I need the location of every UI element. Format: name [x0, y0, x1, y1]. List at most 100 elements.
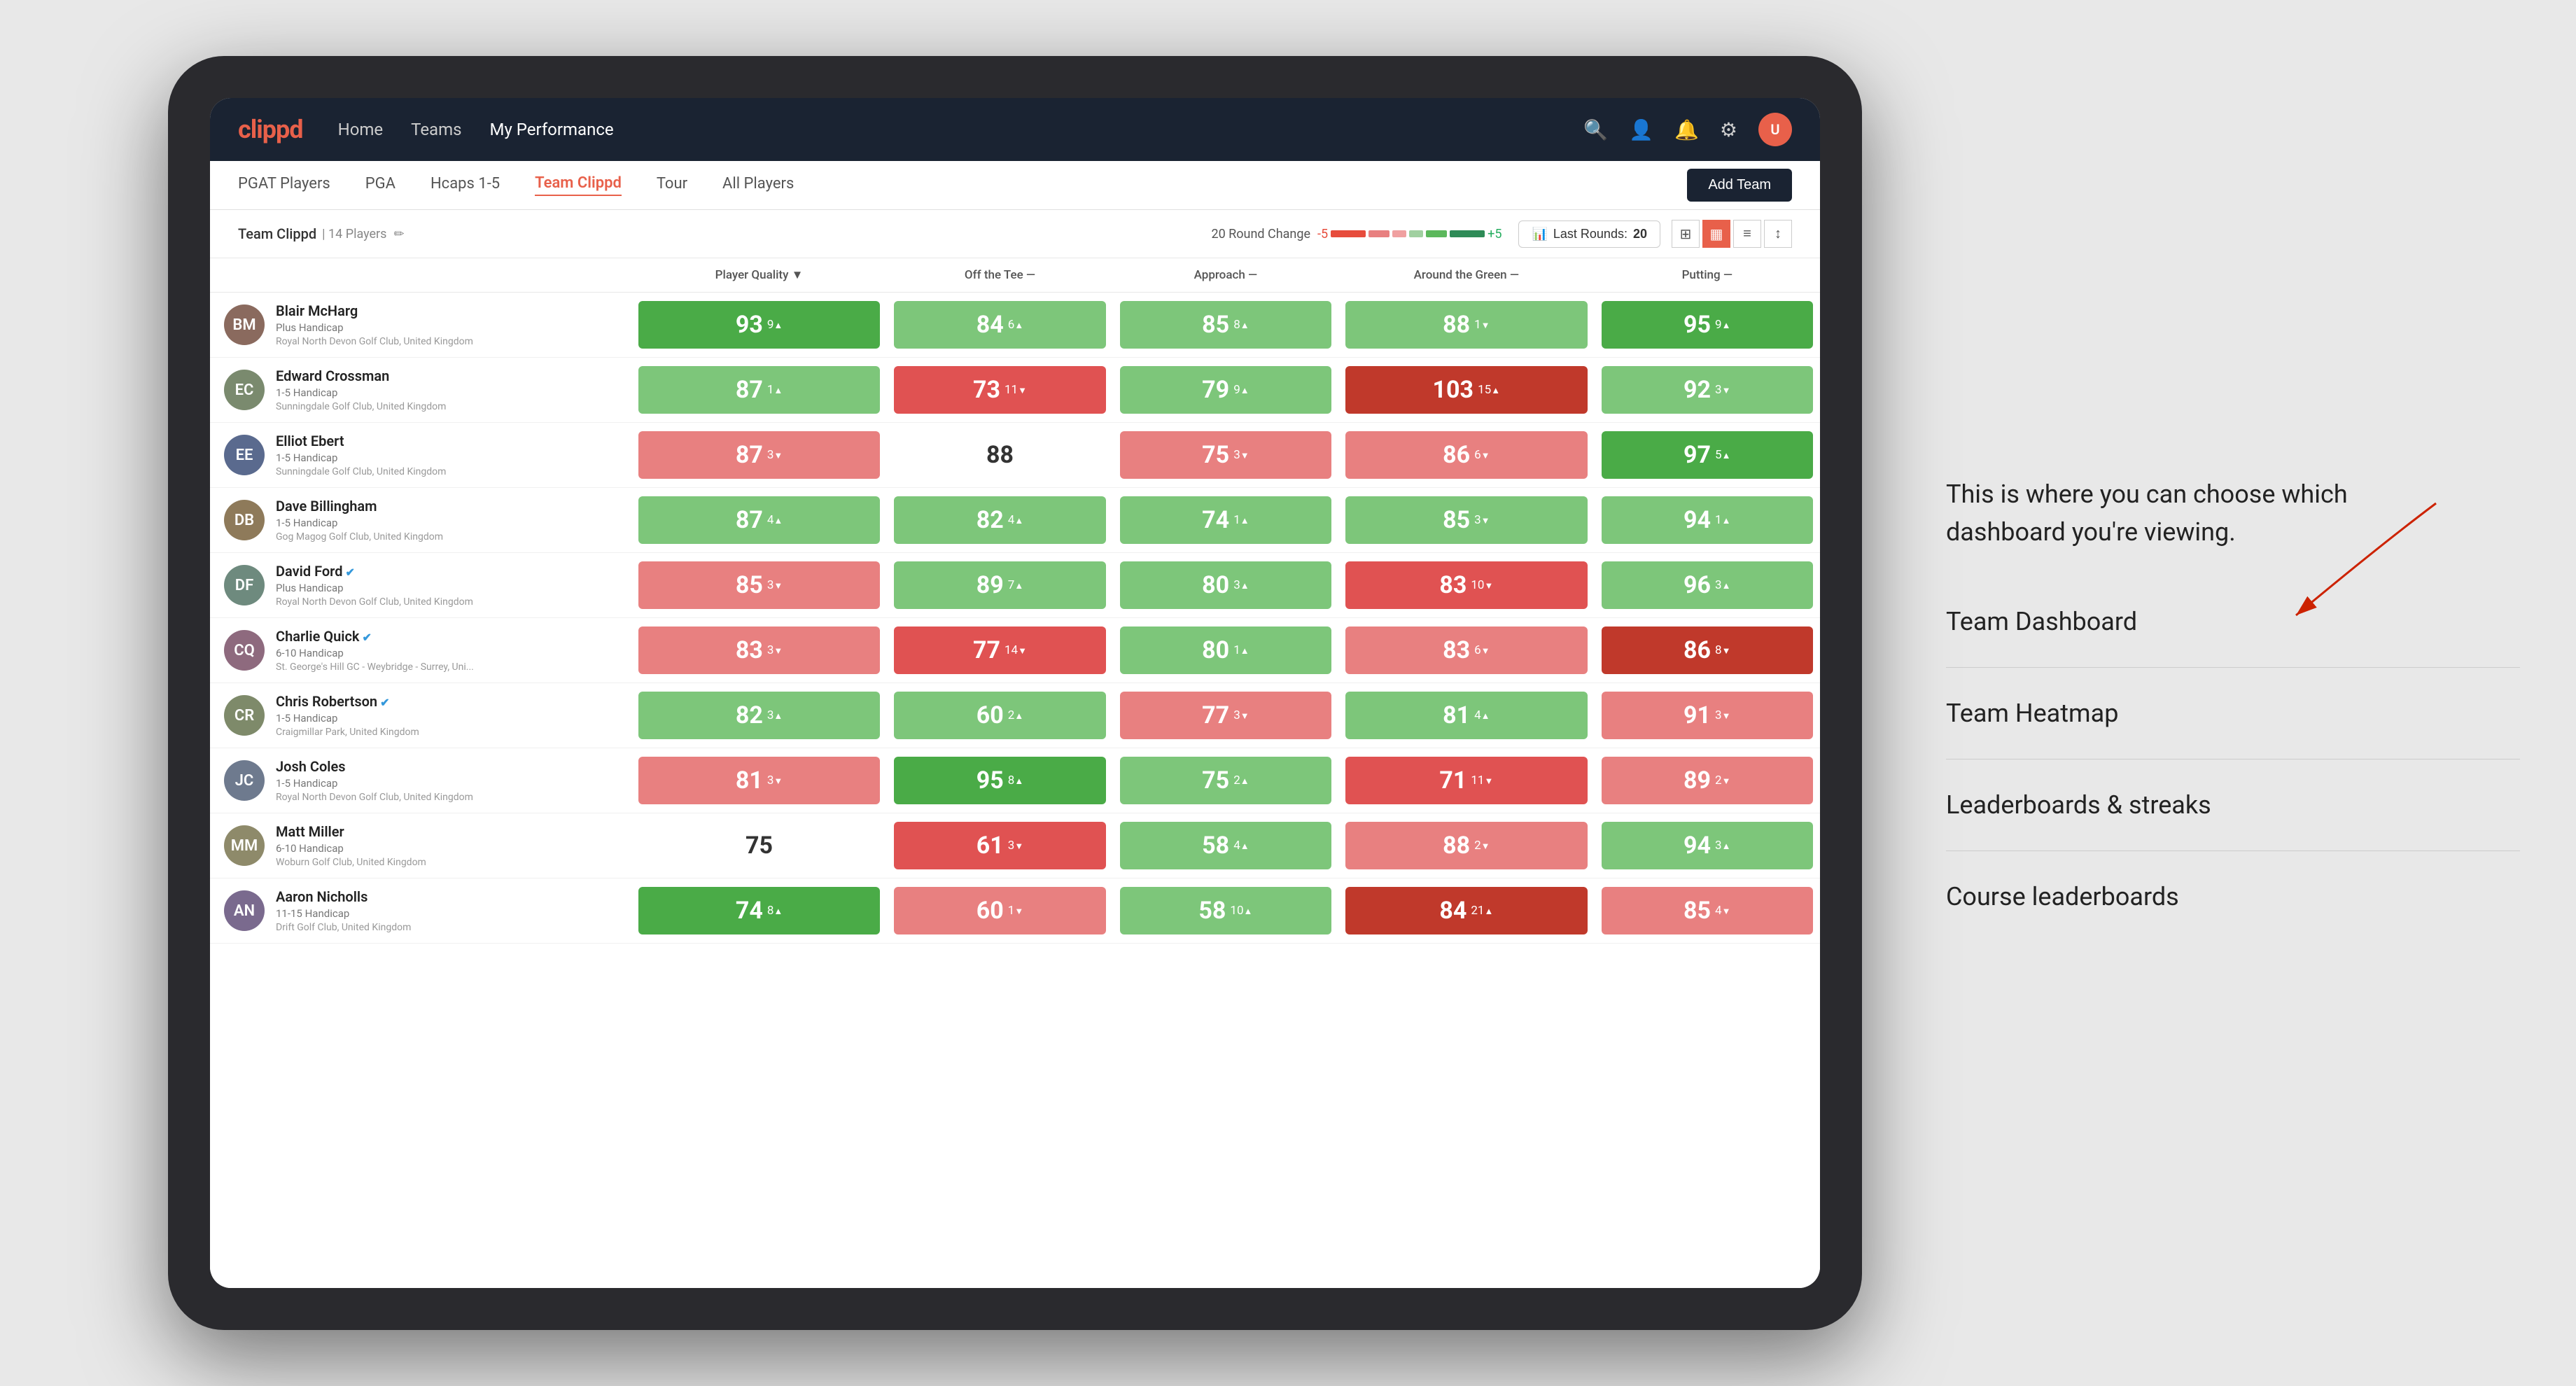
- subnav-pgat[interactable]: PGAT Players: [238, 175, 330, 195]
- table-row: EEElliot Ebert1-5 HandicapSunningdale Go…: [210, 423, 1820, 488]
- add-team-button[interactable]: Add Team: [1687, 169, 1792, 202]
- score-value: 75: [1202, 766, 1229, 794]
- score-change: 21: [1471, 904, 1493, 918]
- last-rounds-button[interactable]: 📊 Last Rounds: 20: [1518, 220, 1660, 248]
- player-cell[interactable]: MMMatt Miller6-10 HandicapWoburn Golf Cl…: [210, 813, 631, 878]
- score-change: 3: [767, 578, 783, 592]
- score-value: 80: [1202, 571, 1229, 599]
- subnav-pga[interactable]: PGA: [365, 175, 396, 195]
- nav-icons: 🔍 👤 🔔 ⚙ U: [1583, 113, 1792, 146]
- search-button[interactable]: 🔍: [1583, 118, 1608, 141]
- view-icons: ⊞ ▦ ≡ ↕: [1672, 220, 1792, 248]
- player-cell[interactable]: ECEdward Crossman1-5 HandicapSunningdale…: [210, 358, 631, 422]
- arrow-up-icon: 2: [1008, 708, 1023, 722]
- score-box-approach: 77 3: [1120, 692, 1331, 739]
- score-box-approach: 741: [1120, 496, 1331, 544]
- subnav-hcaps[interactable]: Hcaps 1-5: [430, 175, 500, 195]
- nav-my-performance[interactable]: My Performance: [490, 120, 614, 139]
- arrow-up-icon: 10: [1230, 904, 1252, 918]
- table-row: ECEdward Crossman1-5 HandicapSunningdale…: [210, 358, 1820, 423]
- arrow-up-icon: 4: [1474, 708, 1490, 722]
- score-value: 89: [976, 571, 1004, 599]
- arrow-down-icon: 6: [1474, 448, 1490, 462]
- subnav-tour[interactable]: Tour: [657, 175, 687, 195]
- score-value: 77: [1202, 701, 1229, 729]
- score-cell-quality: 813: [631, 748, 887, 813]
- score-box-around: 7111: [1345, 757, 1587, 804]
- score-cell-around: 84 21: [1338, 878, 1594, 944]
- score-change: 4: [1008, 513, 1023, 527]
- arrow-up-icon: 1: [1233, 643, 1249, 657]
- settings-button[interactable]: ⚙: [1720, 118, 1737, 141]
- table-row: JCJosh Coles1-5 HandicapRoyal North Devo…: [210, 748, 1820, 813]
- arrow-down-icon: 11: [1471, 774, 1493, 788]
- table-row: CR Chris Robertson✔1-5 HandicapCraigmilla…: [210, 683, 1820, 748]
- edit-icon[interactable]: ✏: [393, 227, 404, 241]
- player-info: Chris Robertson✔1-5 HandicapCraigmillar …: [276, 693, 419, 738]
- score-box-quality: 853: [638, 561, 880, 609]
- score-value: 92: [1684, 376, 1711, 404]
- col-header-approach[interactable]: Approach —: [1113, 258, 1338, 293]
- player-cell[interactable]: CQCharlie Quick✔6-10 HandicapSt. George'…: [210, 618, 631, 682]
- player-club: Sunningdale Golf Club, United Kingdom: [276, 466, 446, 477]
- score-box-tee: 601: [894, 887, 1105, 934]
- score-value: 84: [1439, 897, 1466, 925]
- score-value: 95: [1684, 311, 1711, 339]
- avatar[interactable]: U: [1758, 113, 1792, 146]
- score-change: 2: [1715, 774, 1730, 788]
- score-value: 81: [736, 766, 763, 794]
- player-avatar: AN: [224, 890, 265, 931]
- player-cell[interactable]: EEElliot Ebert1-5 HandicapSunningdale Go…: [210, 423, 631, 487]
- col-header-putting[interactable]: Putting —: [1595, 258, 1820, 293]
- list-view-button[interactable]: ≡: [1733, 220, 1761, 248]
- last-rounds-icon: 📊: [1532, 227, 1547, 241]
- player-cell[interactable]: DBDave Billingham1-5 HandicapGog Magog G…: [210, 488, 631, 552]
- score-box-quality: 833: [638, 626, 880, 674]
- arrow-down-icon: 6: [1474, 643, 1490, 657]
- grid-view-button[interactable]: ⊞: [1672, 220, 1700, 248]
- player-cell[interactable]: DFDavid Ford✔Plus HandicapRoyal North De…: [210, 553, 631, 617]
- more-view-button[interactable]: ↕: [1764, 220, 1792, 248]
- score-box-tee: 602: [894, 692, 1105, 739]
- col-header-around[interactable]: Around the Green —: [1338, 258, 1594, 293]
- player-avatar: CR: [224, 695, 265, 736]
- player-info: Dave Billingham1-5 HandicapGog Magog Gol…: [276, 498, 443, 542]
- player-cell[interactable]: ANAaron Nicholls11-15 HandicapDrift Golf…: [210, 878, 631, 943]
- nav-teams[interactable]: Teams: [411, 120, 461, 139]
- arrow-up-icon: 4: [1008, 513, 1023, 527]
- arrow-up-icon: 4: [1233, 839, 1249, 853]
- player-cell[interactable]: JCJosh Coles1-5 HandicapRoyal North Devo…: [210, 748, 631, 813]
- subnav-all-players[interactable]: All Players: [722, 175, 794, 195]
- score-box-around: 853: [1345, 496, 1587, 544]
- score-box-putting: 923: [1602, 366, 1813, 414]
- arrow-up-icon: 6: [1008, 318, 1023, 332]
- player-info: Charlie Quick✔6-10 HandicapSt. George's …: [276, 628, 474, 673]
- score-box-tee: 613: [894, 822, 1105, 869]
- subnav-team-clippd[interactable]: Team Clippd: [535, 174, 622, 196]
- score-value: 87: [736, 441, 763, 469]
- col-header-tee[interactable]: Off the Tee —: [887, 258, 1112, 293]
- heatmap-view-button[interactable]: ▦: [1702, 220, 1730, 248]
- col-header-quality[interactable]: Player Quality ▼: [631, 258, 887, 293]
- arrow-down-icon: 3: [1233, 708, 1249, 722]
- nav-home[interactable]: Home: [338, 120, 384, 139]
- player-name: Josh Coles: [276, 758, 473, 775]
- player-handicap: Plus Handicap: [276, 582, 473, 594]
- score-cell-around: 853: [1338, 488, 1594, 553]
- score-value: 83: [1443, 636, 1470, 664]
- col-header-player: [210, 258, 631, 293]
- player-cell[interactable]: BMBlair McHargPlus HandicapRoyal North D…: [210, 293, 631, 357]
- player-cell[interactable]: CR Chris Robertson✔1-5 HandicapCraigmilla…: [210, 683, 631, 748]
- arrow-down-icon: 10: [1471, 578, 1493, 592]
- score-value: 96: [1684, 571, 1711, 599]
- user-button[interactable]: 👤: [1629, 118, 1653, 141]
- notifications-button[interactable]: 🔔: [1674, 118, 1699, 141]
- player-info: Elliot Ebert1-5 HandicapSunningdale Golf…: [276, 433, 446, 477]
- player-club: Royal North Devon Golf Club, United King…: [276, 792, 473, 803]
- player-handicap: 1-5 Handicap: [276, 451, 446, 464]
- player-name: David Ford✔: [276, 563, 473, 580]
- player-name: Chris Robertson✔: [276, 693, 419, 710]
- player-handicap: 1-5 Handicap: [276, 517, 443, 529]
- score-cell-putting: 975: [1595, 423, 1820, 488]
- score-value: 94: [1684, 832, 1711, 860]
